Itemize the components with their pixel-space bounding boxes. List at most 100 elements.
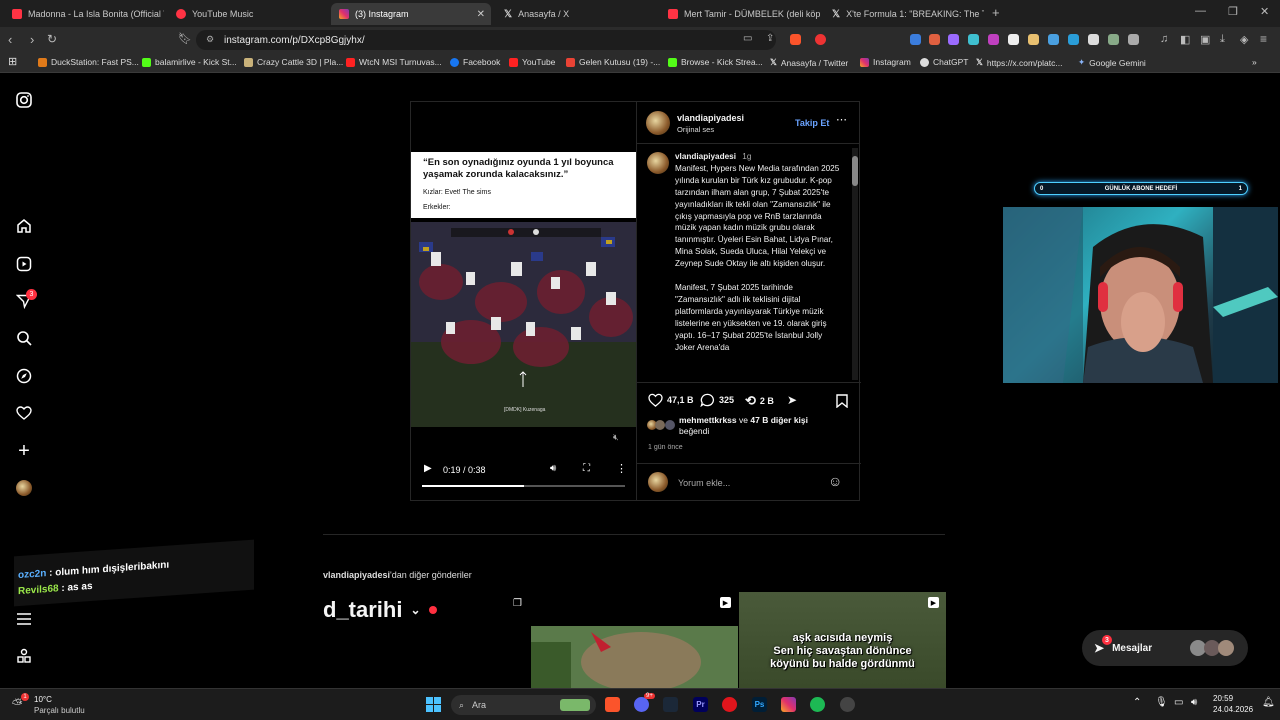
reload-icon[interactable]: ↻ (47, 32, 57, 46)
new-tab-button[interactable]: + (992, 5, 1000, 20)
sidebar-toggle-icon[interactable]: ◧ (1180, 33, 1190, 46)
apps-icon[interactable]: ⊞ (8, 55, 17, 68)
search-icon[interactable] (14, 328, 34, 348)
create-icon[interactable]: + (14, 440, 34, 462)
notifications-icon[interactable]: 🔔︎ (1262, 697, 1275, 708)
bookmark[interactable]: DuckStation: Fast PS... (38, 57, 139, 67)
explore-icon[interactable] (14, 366, 34, 386)
brave-rewards-icon[interactable] (815, 34, 826, 45)
obs-icon[interactable] (840, 697, 855, 712)
forward-icon[interactable]: › (30, 32, 34, 47)
menu-icon[interactable]: ≡ (1260, 32, 1267, 46)
extension-icon[interactable] (929, 34, 940, 45)
back-icon[interactable]: ‹ (8, 32, 12, 47)
messages-button[interactable]: ➤ 3 Mesajlar (1082, 630, 1248, 666)
bookmark[interactable]: Gelen Kutusu (19) -... (566, 57, 660, 67)
start-icon[interactable] (426, 697, 441, 712)
bookmark-icon[interactable]: 🔖︎ (178, 32, 192, 45)
follow-button[interactable]: Takip Et (795, 118, 829, 128)
author-avatar[interactable] (646, 111, 670, 135)
extension-icon[interactable] (988, 34, 999, 45)
video-progress-track[interactable] (422, 485, 625, 487)
instagram-logo-icon[interactable] (14, 90, 34, 110)
extension-icon[interactable] (910, 34, 921, 45)
opera-icon[interactable] (722, 697, 737, 712)
steam-icon[interactable] (663, 697, 678, 712)
author-username[interactable]: vlandiapiyadesi (677, 113, 744, 123)
bookmark[interactable]: WtcN MSI Turnuvas... (346, 57, 442, 67)
photoshop-icon[interactable]: Ps (752, 697, 767, 712)
also-from-meta-icon[interactable] (14, 646, 34, 666)
video-more-icon[interactable]: ⋮ (616, 462, 627, 475)
profile-name-header[interactable]: d_tarihi ⌄ (323, 597, 437, 623)
share-icon[interactable]: ➤ (787, 393, 797, 407)
premiere-icon[interactable]: Pr (693, 697, 708, 712)
brave-icon[interactable] (605, 697, 620, 712)
clock-date[interactable]: 24.04.2026 (1213, 705, 1253, 714)
extension-icon[interactable] (1088, 34, 1099, 45)
more-menu-icon[interactable] (14, 609, 34, 629)
bookmark[interactable]: YouTube (509, 57, 555, 67)
audio-label[interactable]: Orijinal ses (677, 125, 714, 134)
more-posts-user[interactable]: vlandiapiyadesi (323, 570, 390, 580)
bookmark[interactable]: Instagram (860, 57, 911, 67)
bookmark[interactable]: balamirlive - Kick St... (142, 57, 237, 67)
downloads-icon[interactable]: ⤓ (1220, 33, 1225, 46)
microphone-icon[interactable]: 🎙︎ (1155, 697, 1168, 708)
extension-icon[interactable] (1028, 34, 1039, 45)
tray-expand-icon[interactable]: ⌃ (1133, 697, 1141, 708)
network-icon[interactable]: ▭ (1174, 697, 1183, 708)
bookmark[interactable]: ✦ Google Gemini (1078, 57, 1146, 68)
volume-icon[interactable]: 🔊︎ (550, 463, 556, 474)
reels-icon[interactable] (14, 254, 34, 274)
comment-input[interactable]: Yorum ekle... (678, 478, 730, 488)
fullscreen-icon[interactable]: ⛶ (583, 463, 590, 474)
extension-icon[interactable] (1108, 34, 1119, 45)
heart-icon[interactable] (14, 403, 34, 423)
comment-avatar[interactable] (647, 152, 669, 174)
cast-icon[interactable]: ▭ (743, 33, 752, 44)
discord-icon[interactable] (634, 697, 649, 712)
post-thumbnail[interactable]: ▶ (531, 592, 738, 688)
caption-username[interactable]: vlandiapiyadesi (675, 152, 736, 161)
close-tab-icon[interactable]: ✕ (477, 9, 485, 20)
tab-madonna[interactable]: Madonna - La Isla Bonita (Official Vi (4, 3, 164, 25)
messages-icon[interactable]: 3 (14, 289, 37, 311)
taskbar-search[interactable]: ⌕ Ara (451, 695, 596, 715)
extension-icon[interactable] (968, 34, 979, 45)
bookmark[interactable]: 𝕏 Anasayfa / Twitter (770, 57, 848, 68)
volume-icon[interactable]: 🔊︎ (1191, 697, 1197, 708)
play-icon[interactable]: ▶ (424, 463, 432, 474)
vpn-icon[interactable]: ◈ (1240, 33, 1248, 46)
profile-avatar[interactable] (14, 478, 34, 498)
spotify-icon[interactable] (810, 697, 825, 712)
extension-icon[interactable] (1008, 34, 1019, 45)
tab-youtube-music[interactable]: YouTube Music (168, 3, 328, 25)
bookmark[interactable]: Crazy Cattle 3D | Pla... (244, 57, 343, 67)
more-bookmarks-icon[interactable]: » (1252, 57, 1257, 67)
liked-by-others[interactable]: 47 B diğer kişi (750, 415, 808, 425)
tab-mert-tamir[interactable]: Mert Tamir - DÜMBELEK (deli köpek) (660, 3, 820, 25)
share-icon[interactable]: ⇪ (766, 33, 774, 44)
mute-icon[interactable]: 🔇︎ (613, 432, 619, 443)
instagram-app-icon[interactable] (781, 697, 796, 712)
bookmark[interactable]: ChatGPT (920, 57, 968, 67)
video-player[interactable]: “En son oynadığınız oyunda 1 yıl boyunca… (411, 102, 636, 500)
bookmark[interactable]: Browse - Kick Strea... (668, 57, 763, 67)
emoji-icon[interactable]: ☺ (828, 473, 842, 489)
post-thumbnail[interactable]: ▶ aşk acısıda neymiş Sen hiç savaştan dö… (739, 592, 946, 688)
save-icon[interactable] (836, 394, 848, 408)
comment-button[interactable]: 325 (700, 393, 734, 407)
extension-icon[interactable] (1048, 34, 1059, 45)
tab-x-home[interactable]: 𝕏 Anasayfa / X (496, 3, 656, 25)
extension-icon[interactable] (1128, 34, 1139, 45)
like-button[interactable]: 47,1 B (648, 393, 694, 407)
tab-x-formula1[interactable]: 𝕏 X'te Formula 1: "BREAKING: The Turk (824, 3, 984, 25)
media-icon[interactable]: ♫ (1160, 33, 1168, 45)
scrollbar-thumb[interactable] (852, 156, 858, 186)
repost-button[interactable]: ⟲ 2 B (745, 393, 774, 409)
close-window-button[interactable]: ✕ (1260, 5, 1269, 18)
extension-icon[interactable] (948, 34, 959, 45)
wallet-icon[interactable]: ▣ (1200, 33, 1210, 46)
liked-by-user[interactable]: mehmettkrkss (679, 415, 737, 425)
